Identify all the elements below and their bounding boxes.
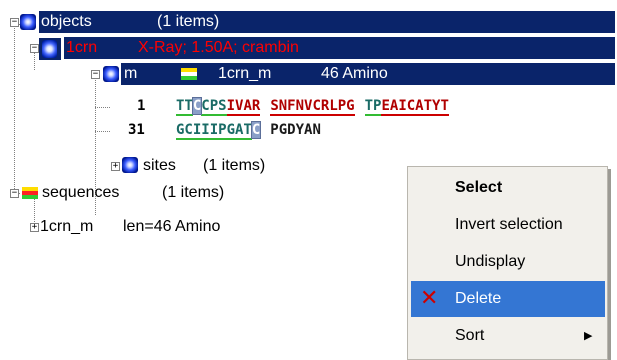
collapse-toggle[interactable]: − (30, 44, 39, 53)
chain-id: m (124, 65, 138, 82)
tree-line (95, 107, 110, 108)
tree-line (95, 131, 110, 132)
menu-item-label: Undisplay (455, 253, 526, 270)
chain-icon (103, 66, 119, 82)
menu-item-label: Invert selection (455, 216, 563, 233)
context-menu: Select Invert selection Undisplay ✕ Dele… (407, 166, 608, 360)
collapse-toggle[interactable]: − (10, 18, 19, 27)
molecule-id: 1crn (66, 39, 98, 56)
menu-item-label: Sort (455, 327, 485, 344)
sequence-segment: TP (364, 98, 382, 116)
sequence-entry-name: 1crn_m (40, 218, 94, 235)
sequence-segment: GCIIIPGAT (176, 122, 252, 140)
sequence-segment: PGDYAN (270, 122, 321, 138)
sites-count: (1 items) (203, 157, 266, 174)
menu-item-invert-selection[interactable]: Invert selection (408, 207, 607, 243)
sequence-block: SNFNVCRLPG (270, 96, 355, 116)
menu-item-undisplay[interactable]: Undisplay (408, 244, 607, 280)
sequences-count: (1 items) (162, 184, 225, 201)
sequence-line: GCIIIPGATC PGDYAN (176, 120, 331, 140)
sites-label: sites (143, 157, 176, 174)
sequence-entry-info: len=46 Amino (123, 218, 221, 235)
expand-toggle[interactable]: + (111, 162, 120, 171)
expand-toggle[interactable]: + (30, 223, 39, 232)
sequences-label: sequences (42, 184, 120, 201)
tree-row-chain[interactable]: m 1crn_m 46 Amino (121, 63, 615, 85)
sequence-block: GCIIIPGATC (176, 120, 262, 140)
sequence-block: TTCCPSIVAR (176, 96, 261, 116)
sequence-block: TPEAICATYT (364, 96, 449, 116)
sequence-segment: IVAR (226, 98, 261, 116)
sequence-line: TTCCPSIVAR SNFNVCRLPG TPEAICATYT (176, 96, 459, 116)
submenu-arrow-icon: ▶ (584, 330, 593, 342)
menu-item-select[interactable]: Select (408, 170, 607, 206)
sequence-block: PGDYAN (270, 120, 321, 140)
tree-panel: { "tree": { "objects": {"label": "object… (0, 0, 617, 360)
objects-count: (1 items) (157, 13, 220, 30)
sequence-line-num: 31 (128, 122, 145, 138)
collapse-toggle[interactable]: − (10, 189, 19, 198)
tree-row-objects[interactable]: objects (1 items) (39, 11, 615, 33)
sequence-segment: TT (176, 98, 193, 116)
sequence-segment: SNFNVCRLPG (270, 98, 355, 116)
sequence-color-icon (181, 68, 197, 80)
objects-icon (20, 14, 36, 30)
sites-icon (122, 157, 138, 173)
objects-label: objects (41, 13, 92, 30)
sequence-residue-highlight: C (250, 121, 262, 139)
sequences-icon (22, 187, 38, 199)
molecule-desc: X-Ray; 1.50A; crambin (138, 39, 299, 56)
sequence-segment: CPS (201, 98, 227, 116)
menu-item-sort[interactable]: Sort ▶ (408, 318, 607, 354)
molecule-icon (42, 40, 57, 58)
menu-item-label: Delete (455, 290, 502, 307)
sequence-segment: EAICATYT (381, 98, 449, 116)
chain-name: 1crn_m (218, 65, 272, 82)
chain-info: 46 Amino (321, 65, 388, 82)
sequence-line-num: 1 (137, 98, 146, 114)
menu-item-label: Select (455, 179, 503, 196)
delete-x-icon: ✕ (420, 286, 439, 311)
tree-row-molecule[interactable]: 1crn X-Ray; 1.50A; crambin (64, 37, 615, 59)
menu-item-delete[interactable]: ✕ Delete (411, 281, 605, 317)
collapse-toggle[interactable]: − (91, 70, 100, 79)
tree-line (14, 26, 15, 191)
